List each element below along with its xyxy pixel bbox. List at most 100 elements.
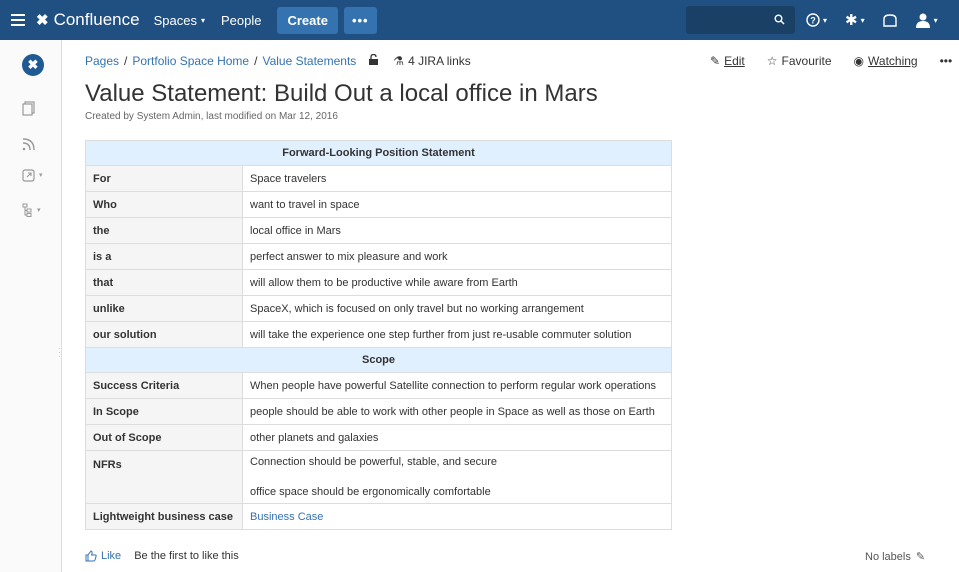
row-value: other planets and galaxies [242, 424, 672, 451]
row-value: Business Case [242, 503, 672, 530]
chevron-down-icon: ▾ [860, 15, 865, 25]
user-menu[interactable]: ▾ [915, 12, 938, 28]
blog-feed-icon[interactable] [22, 134, 52, 154]
row-label: For [85, 165, 243, 192]
table-row: NFRs Connection should be powerful, stab… [85, 450, 672, 504]
row-value: SpaceX, which is focused on only travel … [242, 295, 672, 322]
confluence-x-icon: ✖ [36, 12, 49, 29]
gear-icon: ✱ [845, 12, 858, 29]
row-label: Success Criteria [85, 372, 243, 399]
favourite-button[interactable]: ☆ Favourite [767, 54, 832, 68]
shortcuts-icon[interactable]: ▾ [22, 165, 52, 185]
table-row: the local office in Mars [85, 217, 672, 244]
jira-links[interactable]: ⚗ 4 JIRA links [393, 54, 470, 68]
pencil-icon: ✎ [915, 551, 926, 563]
table-row: Success Criteria When people have powerfu… [85, 372, 672, 399]
pages-icon[interactable] [22, 98, 52, 118]
help-menu[interactable]: ? ▾ [806, 13, 827, 27]
row-label: our solution [85, 321, 243, 348]
notifications-button[interactable] [882, 13, 897, 27]
row-value: Space travelers [242, 165, 672, 192]
pencil-icon: ✎ [710, 54, 721, 68]
chevron-down-icon: ▾ [37, 207, 41, 214]
table-row: In Scope people should be able to work wi… [85, 398, 672, 425]
table-header-position-statement: Forward-Looking Position Statement [85, 140, 672, 166]
row-label: In Scope [85, 398, 243, 425]
row-value: will take the experience one step furthe… [242, 321, 672, 348]
page-tree-icon[interactable]: ▾ [22, 200, 52, 220]
avatar [915, 13, 930, 28]
table-row: Lightweight business case Business Case [85, 503, 672, 530]
nfr-item: office space should be ergonomically com… [250, 486, 491, 498]
like-button[interactable]: Like [85, 550, 121, 562]
create-more-button[interactable]: ••• [343, 6, 377, 34]
row-value: want to travel in space [242, 191, 672, 218]
jira-links-label: 4 JIRA links [408, 54, 471, 68]
table-row: For Space travelers [85, 165, 672, 192]
unlock-icon[interactable] [369, 53, 379, 68]
like-section: Like Be the first to like this [85, 550, 239, 562]
labels-section[interactable]: No labels ✎ [865, 550, 926, 564]
row-label: the [85, 217, 243, 244]
value-statement-table: Forward-Looking Position Statement For Sp… [85, 140, 672, 530]
star-icon: ☆ [766, 54, 778, 68]
create-button[interactable]: Create [277, 6, 338, 34]
favourite-label: Favourite [781, 54, 832, 68]
edit-label: Edit [724, 54, 745, 68]
page-metadata: Created by System Admin, last modified o… [85, 111, 338, 122]
settings-menu[interactable]: ✱ ▾ [845, 11, 865, 29]
confluence-logo[interactable]: ✖ Confluence [36, 10, 140, 30]
search-icon [774, 13, 785, 28]
search-input[interactable] [686, 6, 795, 34]
space-sidebar: ✖ ▾ ▾ · · · [0, 40, 62, 572]
people-label: People [220, 12, 262, 28]
thumbs-up-icon [85, 550, 97, 562]
row-label: Lightweight business case [85, 503, 243, 530]
page-title: Value Statement: Build Out a local offic… [85, 80, 598, 107]
page-actions: ✎ Edit ☆ Favourite ◉ Watching ••• [710, 54, 952, 68]
like-label: Like [101, 550, 122, 562]
row-label: is a [85, 243, 243, 270]
breadcrumb-pages[interactable]: Pages [85, 54, 119, 68]
table-header-scope: Scope [85, 347, 672, 373]
spaces-menu[interactable]: Spaces ▾ [154, 13, 205, 28]
svg-text:?: ? [810, 16, 816, 26]
row-value: perfect answer to mix pleasure and work [242, 243, 672, 270]
table-row: Who want to travel in space [85, 191, 672, 218]
row-value: local office in Mars [242, 217, 672, 244]
breadcrumb-separator: / [254, 54, 258, 68]
breadcrumb-space-home[interactable]: Portfolio Space Home [132, 54, 249, 68]
table-row: Out of Scope other planets and galaxies [85, 424, 672, 451]
labels-text: No labels [865, 550, 911, 563]
sidebar-resize-handle[interactable]: · · · [58, 345, 61, 361]
people-link[interactable]: People [221, 13, 261, 28]
table-row: is a perfect answer to mix pleasure and w… [85, 243, 672, 270]
chevron-down-icon: ▾ [39, 172, 43, 179]
table-row: unlike SpaceX, which is focused on only t… [85, 295, 672, 322]
spaces-label: Spaces [153, 12, 197, 28]
notification-icon [882, 13, 897, 27]
breadcrumb-value-statements[interactable]: Value Statements [262, 54, 356, 68]
watching-label: Watching [868, 54, 918, 68]
row-value: people should be able to work with other… [242, 398, 672, 425]
row-label: NFRs [85, 450, 243, 504]
row-label: Out of Scope [85, 424, 243, 451]
breadcrumb: Pages / Portfolio Space Home / Value Sta… [85, 53, 471, 68]
chevron-down-icon: ▾ [823, 15, 828, 25]
row-label: that [85, 269, 243, 296]
chevron-down-icon: ▾ [200, 15, 205, 25]
app-switcher-icon[interactable] [0, 0, 36, 40]
like-status: Be the first to like this [134, 550, 239, 562]
chevron-down-icon: ▾ [933, 15, 938, 25]
help-icon: ? [806, 13, 820, 27]
table-row: that will allow them to be productive whi… [85, 269, 672, 296]
space-logo-icon[interactable]: ✖ [22, 54, 44, 76]
row-label: unlike [85, 295, 243, 322]
watching-button[interactable]: ◉ Watching [854, 54, 918, 68]
more-actions-button[interactable]: ••• [940, 54, 953, 68]
edit-button[interactable]: ✎ Edit [710, 54, 745, 68]
breadcrumb-separator: / [124, 54, 128, 68]
row-value: When people have powerful Satellite conn… [242, 372, 672, 399]
business-case-link[interactable]: Business Case [250, 511, 323, 523]
row-value: Connection should be powerful, stable, a… [242, 450, 672, 504]
